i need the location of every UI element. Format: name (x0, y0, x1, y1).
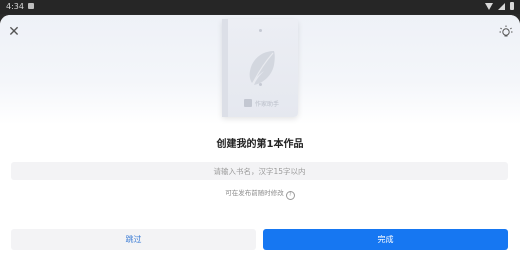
status-bar: 4:34 (0, 0, 520, 14)
book-name-input[interactable] (11, 162, 508, 180)
page-title: 创建我的第1本作品 (216, 139, 304, 150)
done-button[interactable]: 完成 (263, 229, 508, 250)
status-time: 4:34 (6, 2, 24, 11)
lightbulb-icon[interactable] (498, 24, 514, 40)
book-dot (259, 29, 262, 32)
edit-hint-text: 可在发布前随时修改 (225, 189, 284, 197)
book-brand: 作家助手 (244, 98, 279, 108)
close-icon[interactable]: ✕ (6, 24, 22, 40)
signal-icon (498, 2, 505, 10)
notification-icon (28, 3, 34, 9)
book-cover[interactable]: 作家助手 (222, 19, 298, 117)
create-work-sheet: ✕ 作家助手 创建我的第1本作品 可在发布前随时修改? 跳过 完成 (0, 15, 520, 266)
help-icon[interactable]: ? (285, 191, 295, 200)
edit-hint: 可在发布前随时修改? (0, 187, 520, 200)
wifi-icon (485, 2, 493, 10)
status-icons (485, 2, 514, 10)
book-spine (222, 19, 228, 117)
skip-button[interactable]: 跳过 (11, 229, 256, 250)
feather-icon (249, 51, 275, 85)
brand-logo-icon (244, 99, 252, 107)
brand-text: 作家助手 (255, 100, 280, 108)
battery-icon (510, 2, 514, 10)
